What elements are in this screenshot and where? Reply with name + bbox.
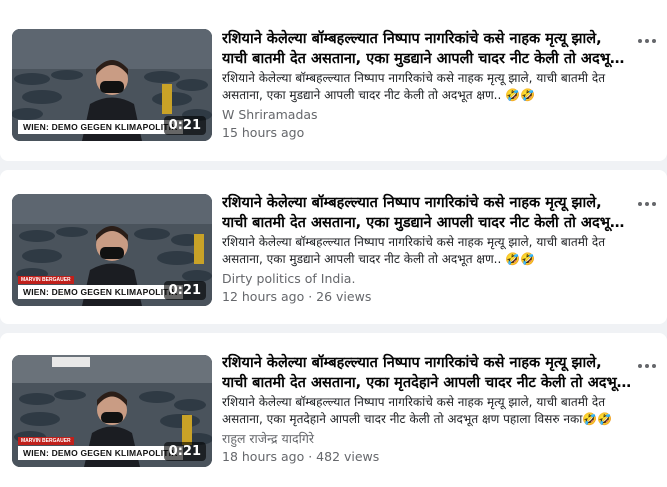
video-title-line: याची बातमी देत असताना, एका मृतदेहाने आपल… — [222, 375, 632, 391]
more-horizontal-icon — [645, 39, 649, 43]
video-result-card[interactable]: MARVIN BERGAUER WIEN: DEMO GEGEN KLIMAPO… — [0, 333, 667, 487]
video-meta: 18 hours ago · 482 views — [222, 449, 380, 464]
video-caption-bar: WIEN: DEMO GEGEN KLIMAPOLITIK — [18, 120, 183, 134]
video-meta: 15 hours ago — [222, 125, 305, 140]
video-author[interactable]: Dirty politics of India. — [222, 270, 632, 288]
video-lower-third-tag: MARVIN BERGAUER — [18, 276, 74, 284]
video-duration: 0:21 — [163, 442, 206, 461]
video-title-line: याची बातमी देत असताना, एका मुडद्याने आपल… — [222, 215, 632, 231]
video-info: रशियाने केलेल्या बॉम्बहल्ल्यात निष्पाप न… — [222, 29, 632, 142]
video-thumbnail[interactable]: MARVIN BERGAUER WIEN: DEMO GEGEN KLIMAPO… — [12, 355, 212, 467]
more-horizontal-icon — [638, 39, 642, 43]
video-thumbnail[interactable]: WIEN: DEMO GEGEN KLIMAPOLITIK 0:21 — [12, 29, 212, 141]
more-horizontal-icon — [638, 364, 642, 368]
more-horizontal-icon — [645, 364, 649, 368]
video-info: रशियाने केलेल्या बॉम्बहल्ल्यात निष्पाप न… — [222, 193, 632, 306]
video-description: रशियाने केलेल्या बॉम्बहल्ल्यात निष्पाप न… — [222, 71, 606, 102]
more-horizontal-icon — [652, 364, 656, 368]
video-title-line: रशियाने केलेल्या बॉम्बहल्ल्यात निष्पाप न… — [222, 31, 602, 47]
video-caption-bar: WIEN: DEMO GEGEN KLIMAPOLITIK — [18, 285, 183, 299]
video-title-line: रशियाने केलेल्या बॉम्बहल्ल्यात निष्पाप न… — [222, 195, 602, 211]
video-meta: 12 hours ago · 26 views — [222, 289, 372, 304]
video-title[interactable]: रशियाने केलेल्या बॉम्बहल्ल्यात निष्पाप न… — [222, 353, 632, 393]
video-duration: 0:21 — [163, 281, 206, 300]
video-result-card[interactable]: WIEN: DEMO GEGEN KLIMAPOLITIK 0:21 रशिया… — [0, 0, 667, 161]
video-author[interactable]: W Shriramadas — [222, 106, 632, 124]
video-caption-bar: WIEN: DEMO GEGEN KLIMAPOLITIK — [18, 446, 183, 460]
more-horizontal-icon — [638, 202, 642, 206]
more-horizontal-icon — [652, 39, 656, 43]
video-title-line: रशियाने केलेल्या बॉम्बहल्ल्यात निष्पाप न… — [222, 355, 602, 371]
video-title-line: याची बातमी देत असताना, एका मुडद्याने आपल… — [222, 51, 632, 67]
video-search-results: WIEN: DEMO GEGEN KLIMAPOLITIK 0:21 रशिया… — [0, 0, 667, 487]
more-options-button[interactable] — [635, 31, 659, 51]
video-description: रशियाने केलेल्या बॉम्बहल्ल्यात निष्पाप न… — [222, 395, 613, 426]
more-options-button[interactable] — [635, 194, 659, 214]
more-options-button[interactable] — [635, 356, 659, 376]
video-author[interactable]: राहुल राजेन्द्र यादगिरे — [222, 430, 632, 448]
more-horizontal-icon — [645, 202, 649, 206]
video-title[interactable]: रशियाने केलेल्या बॉम्बहल्ल्यात निष्पाप न… — [222, 29, 632, 69]
video-info: रशियाने केलेल्या बॉम्बहल्ल्यात निष्पाप न… — [222, 353, 632, 466]
video-result-card[interactable]: MARVIN BERGAUER WIEN: DEMO GEGEN KLIMAPO… — [0, 170, 667, 324]
video-duration: 0:21 — [163, 116, 206, 135]
more-horizontal-icon — [652, 202, 656, 206]
video-lower-third-tag: MARVIN BERGAUER — [18, 437, 74, 445]
video-title[interactable]: रशियाने केलेल्या बॉम्बहल्ल्यात निष्पाप न… — [222, 193, 632, 233]
video-thumbnail[interactable]: MARVIN BERGAUER WIEN: DEMO GEGEN KLIMAPO… — [12, 194, 212, 306]
video-description: रशियाने केलेल्या बॉम्बहल्ल्यात निष्पाप न… — [222, 235, 606, 266]
